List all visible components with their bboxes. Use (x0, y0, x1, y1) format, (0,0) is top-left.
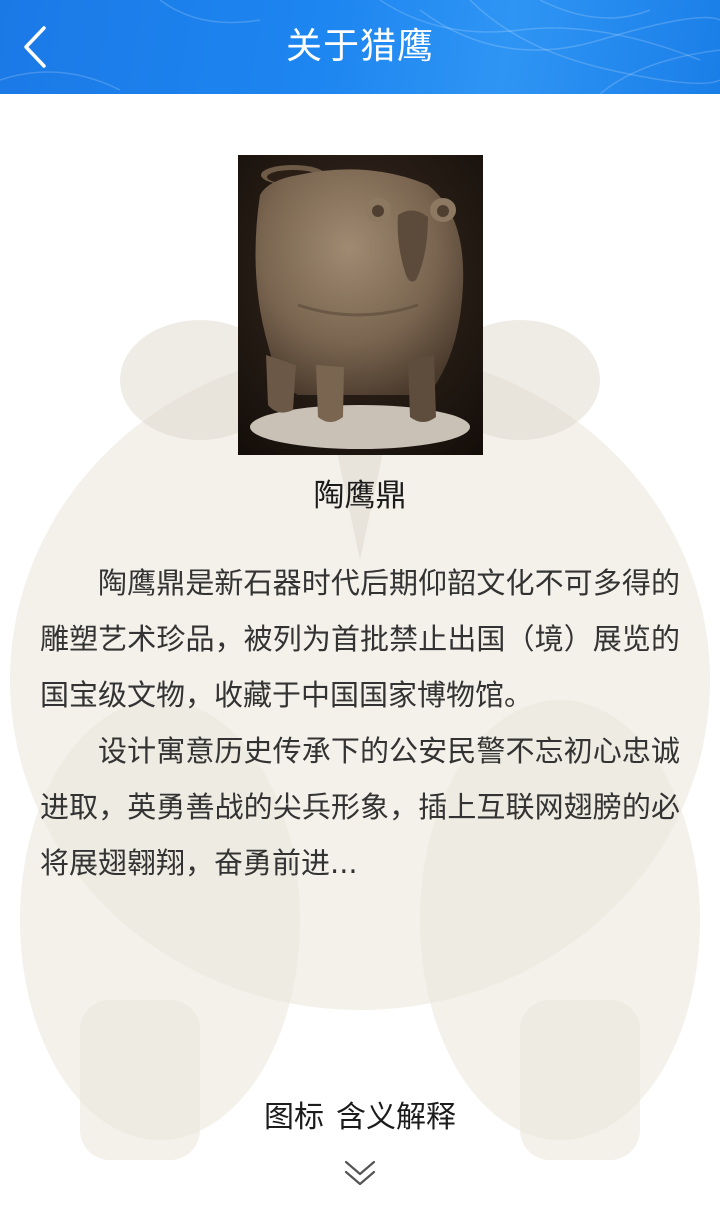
icon-meaning-word2: 含义解释 (336, 1100, 456, 1135)
pottery-eagle-image (238, 155, 483, 455)
icon-meaning-word1: 图标 (264, 1100, 324, 1135)
description-paragraph: 陶鹰鼎是新石器时代后期仰韶文化不可多得的雕塑艺术珍品，被列为首批禁止出国（境）展… (40, 566, 680, 712)
double-chevron-down-icon (344, 1160, 376, 1186)
page-title: 关于猎鹰 (285, 26, 434, 67)
artifact-name: 陶鹰鼎 (313, 478, 407, 514)
expand-button[interactable] (343, 1158, 377, 1190)
artifact-photo (238, 155, 483, 455)
description-paragraph: 设计寓意历史传承下的公安民警不忘初心忠诚进取，英勇善战的尖兵形象，插上互联网翅膀… (40, 734, 680, 880)
description: 陶鹰鼎是新石器时代后期仰韶文化不可多得的雕塑艺术珍品，被列为首批禁止出国（境）展… (40, 555, 680, 891)
title-bar: 关于猎鹰 (0, 0, 720, 94)
icon-meaning-link[interactable]: 图标 含义解释 (0, 1092, 720, 1136)
